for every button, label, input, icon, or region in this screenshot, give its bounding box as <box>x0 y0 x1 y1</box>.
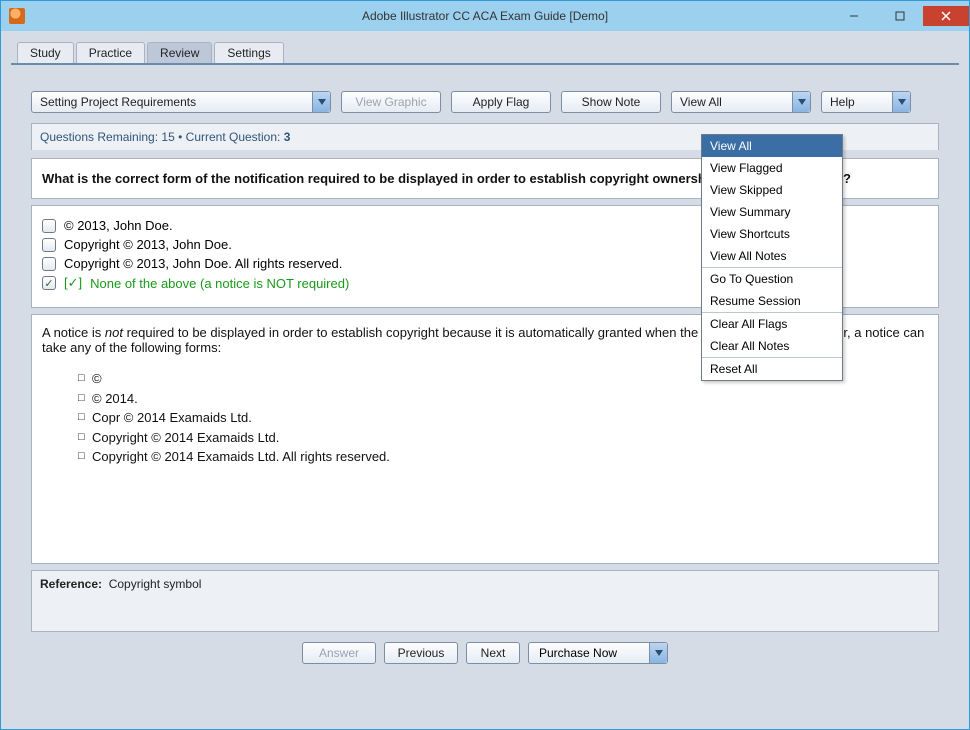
checkbox-icon[interactable] <box>42 219 56 233</box>
menu-view-skipped[interactable]: View Skipped <box>702 179 842 201</box>
current-label: Current Question: <box>186 130 281 144</box>
minimize-icon <box>849 11 859 21</box>
close-button[interactable] <box>923 6 969 26</box>
checkbox-icon[interactable] <box>42 238 56 252</box>
purchase-dropdown[interactable]: Purchase Now <box>528 642 668 664</box>
maximize-button[interactable] <box>877 6 923 26</box>
tab-practice[interactable]: Practice <box>76 42 145 63</box>
previous-button[interactable]: Previous <box>384 642 458 664</box>
app-window: Adobe Illustrator CC ACA Exam Guide [Dem… <box>0 0 970 730</box>
purchase-label: Purchase Now <box>539 646 617 660</box>
answer-a-text: © 2013, John Doe. <box>64 218 173 233</box>
minimize-button[interactable] <box>831 6 877 26</box>
next-button[interactable]: Next <box>466 642 520 664</box>
remaining-value: 15 <box>161 130 174 144</box>
maximize-icon <box>895 11 905 21</box>
reference-panel: Reference: Copyright symbol <box>31 570 939 632</box>
topic-value: Setting Project Requirements <box>40 95 196 109</box>
list-item: Copyright © 2014 Examaids Ltd. All right… <box>78 447 928 467</box>
view-dropdown[interactable]: View All <box>671 91 811 113</box>
menu-reset-all[interactable]: Reset All <box>702 358 842 380</box>
view-dropdown-menu: View All View Flagged View Skipped View … <box>701 134 843 381</box>
window-controls <box>831 6 969 26</box>
menu-clear-all-notes[interactable]: Clear All Notes <box>702 335 842 357</box>
menu-view-shortcuts[interactable]: View Shortcuts <box>702 223 842 245</box>
tabstrip: Study Practice Review Settings <box>11 41 959 65</box>
titlebar[interactable]: Adobe Illustrator CC ACA Exam Guide [Dem… <box>1 1 969 31</box>
current-value: 3 <box>284 130 291 144</box>
apply-flag-button[interactable]: Apply Flag <box>451 91 551 113</box>
window-title: Adobe Illustrator CC ACA Exam Guide [Dem… <box>1 9 969 23</box>
menu-view-flagged[interactable]: View Flagged <box>702 157 842 179</box>
help-dropdown[interactable]: Help <box>821 91 911 113</box>
chevron-down-icon <box>312 92 330 112</box>
menu-view-all-notes[interactable]: View All Notes <box>702 245 842 267</box>
menu-view-all[interactable]: View All <box>702 135 842 157</box>
answer-button: Answer <box>302 642 376 664</box>
list-item: Copyright © 2014 Examaids Ltd. <box>78 428 928 448</box>
chevron-down-icon <box>792 92 810 112</box>
toolbar: Setting Project Requirements View Graphi… <box>11 65 959 123</box>
tab-review[interactable]: Review <box>147 42 212 63</box>
list-item: Copr © 2014 Examaids Ltd. <box>78 408 928 428</box>
tab-study[interactable]: Study <box>17 42 74 63</box>
menu-clear-all-flags[interactable]: Clear All Flags <box>702 313 842 335</box>
view-graphic-button: View Graphic <box>341 91 441 113</box>
answer-d-prefix: [✓] <box>64 275 82 291</box>
answer-b-text: Copyright © 2013, John Doe. <box>64 237 232 252</box>
view-value: View All <box>680 95 722 109</box>
bullet: • <box>178 130 182 144</box>
tab-settings[interactable]: Settings <box>214 42 283 63</box>
bottom-bar: Answer Previous Next Purchase Now <box>11 632 959 664</box>
chevron-down-icon <box>892 92 910 112</box>
chevron-down-icon <box>649 643 667 663</box>
topic-dropdown[interactable]: Setting Project Requirements <box>31 91 331 113</box>
java-icon <box>9 8 25 24</box>
client-area: Study Practice Review Settings Setting P… <box>1 31 969 729</box>
explanation-list: © © 2014. Copr © 2014 Examaids Ltd. Copy… <box>78 369 928 467</box>
menu-view-summary[interactable]: View Summary <box>702 201 842 223</box>
help-value: Help <box>830 95 855 109</box>
answer-d-text: None of the above (a notice is NOT requi… <box>90 276 349 291</box>
close-icon <box>941 11 951 21</box>
menu-resume-session[interactable]: Resume Session <box>702 290 842 312</box>
reference-value: Copyright symbol <box>109 577 202 591</box>
answer-c-text: Copyright © 2013, John Doe. All rights r… <box>64 256 342 271</box>
checkbox-icon[interactable] <box>42 257 56 271</box>
show-note-button[interactable]: Show Note <box>561 91 661 113</box>
reference-label: Reference: <box>40 577 102 591</box>
list-item: © 2014. <box>78 389 928 409</box>
remaining-label: Questions Remaining: <box>40 130 158 144</box>
menu-go-to-question[interactable]: Go To Question <box>702 268 842 290</box>
checkbox-checked-icon[interactable]: ✓ <box>42 276 56 290</box>
